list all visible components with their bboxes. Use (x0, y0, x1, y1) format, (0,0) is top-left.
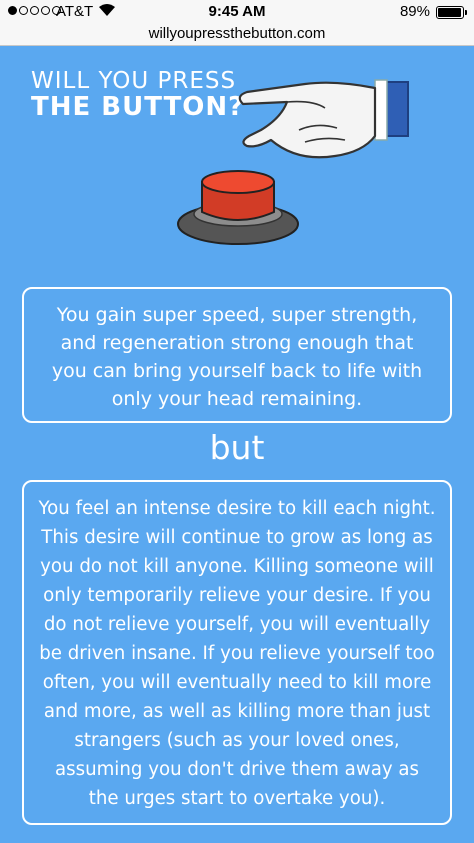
address-bar[interactable]: willyoupressthebutton.com (0, 24, 474, 46)
big-red-button[interactable] (176, 166, 301, 246)
status-bar: AT&T 9:45 AM 89% (0, 0, 474, 24)
page-title-line2: THE BUTTON? (31, 92, 245, 122)
drawback-text: You feel an intense desire to kill each … (38, 498, 436, 809)
page-title-line1: WILL YOU PRESS (31, 68, 237, 94)
battery-icon (436, 6, 467, 19)
pointing-hand-icon (238, 79, 409, 159)
battery-percentage: 89% (399, 3, 430, 20)
drawback-card: You feel an intense desire to kill each … (22, 480, 452, 825)
connector-text: but (209, 428, 265, 467)
benefit-text: You gain super speed, super strength, an… (51, 304, 423, 410)
benefit-card: You gain super speed, super strength, an… (22, 287, 452, 423)
